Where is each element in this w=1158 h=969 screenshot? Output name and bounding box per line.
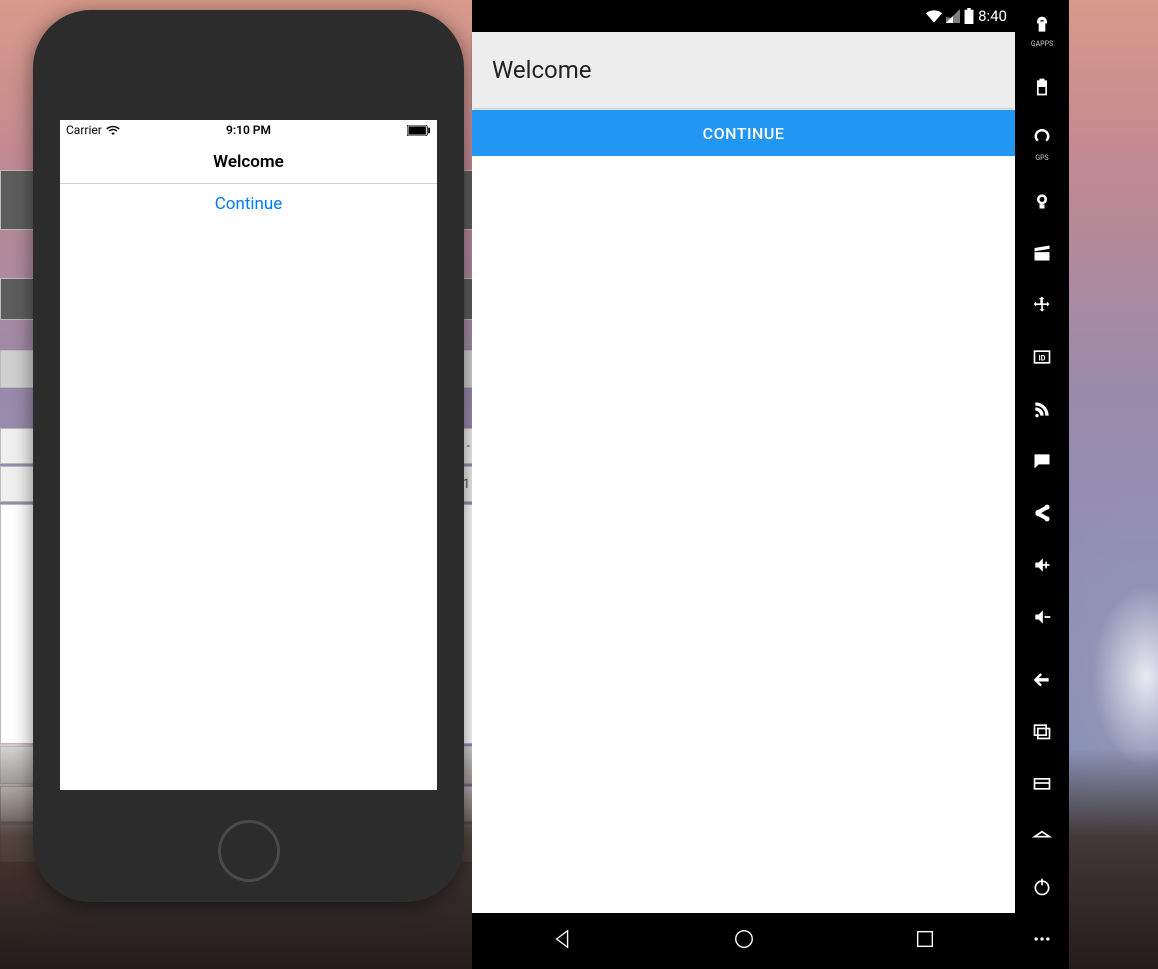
ios-nav-bar: Welcome (60, 140, 437, 184)
emulator-toolbar: GAPPS GPS ID (1015, 0, 1069, 969)
android-content-area (472, 156, 1015, 913)
gapps-label: GAPPS (1031, 40, 1053, 48)
back-button[interactable] (1029, 666, 1055, 692)
android-emulator-window: 8:40 Welcome CONTINUE GAPPS GPS ID (472, 0, 1069, 969)
continue-button-label: Continue (215, 194, 283, 214)
continue-button[interactable]: CONTINUE (472, 110, 1015, 156)
android-screen: 8:40 Welcome CONTINUE (472, 0, 1015, 969)
battery-icon (964, 8, 974, 24)
more-button[interactable] (1029, 926, 1055, 952)
battery-button[interactable] (1029, 74, 1055, 100)
menu-button[interactable] (1029, 770, 1055, 796)
back-button[interactable] (552, 928, 574, 954)
android-app-bar: Welcome (472, 32, 1015, 108)
recent-button[interactable] (1029, 718, 1055, 744)
id-button[interactable]: ID (1029, 344, 1055, 370)
move-button[interactable] (1029, 292, 1055, 318)
power-button[interactable] (1029, 874, 1055, 900)
signal-icon (946, 9, 960, 23)
ios-title-label: Welcome (213, 152, 284, 172)
android-status-bar: 8:40 (472, 0, 1015, 32)
ios-status-bar: Carrier 9:10 PM (60, 120, 437, 140)
home-button[interactable] (733, 928, 755, 954)
rss-button[interactable] (1029, 396, 1055, 422)
ios-time-label: 9:10 PM (60, 123, 437, 137)
android-title-label: Welcome (492, 56, 592, 84)
continue-button-label: CONTINUE (703, 124, 785, 143)
gps-button[interactable] (1029, 126, 1055, 152)
android-navigation-bar (472, 913, 1015, 969)
wifi-icon (926, 9, 942, 23)
home-button[interactable] (1029, 822, 1055, 848)
clapper-button[interactable] (1029, 240, 1055, 266)
camera-button[interactable] (1029, 188, 1055, 214)
gps-label: GPS (1035, 154, 1048, 162)
svg-text:ID: ID (1038, 353, 1045, 362)
iphone-screen: Carrier 9:10 PM Welcome Continue (60, 120, 437, 790)
iphone-device-frame: Carrier 9:10 PM Welcome Continue (33, 10, 464, 902)
share-button[interactable] (1029, 500, 1055, 526)
android-time-label: 8:40 (978, 7, 1007, 25)
continue-button[interactable]: Continue (60, 184, 437, 224)
recent-apps-button[interactable] (914, 928, 936, 954)
home-button[interactable] (218, 820, 280, 882)
volume-down-button[interactable] (1029, 604, 1055, 630)
gapps-button[interactable] (1029, 12, 1055, 38)
sms-button[interactable] (1029, 448, 1055, 474)
volume-up-button[interactable] (1029, 552, 1055, 578)
